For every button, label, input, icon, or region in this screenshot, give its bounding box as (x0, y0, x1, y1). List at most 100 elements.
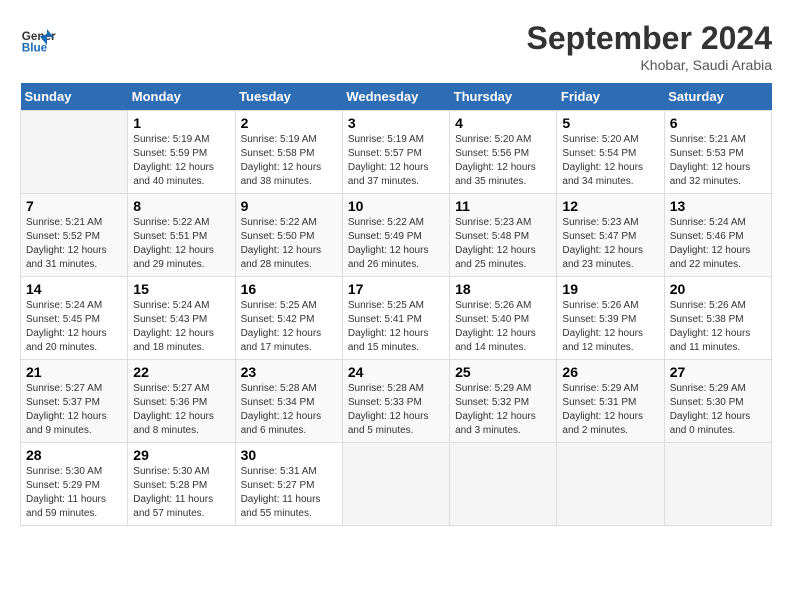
day-number: 10 (348, 198, 444, 214)
day-info: Sunrise: 5:20 AMSunset: 5:56 PMDaylight:… (455, 133, 551, 189)
calendar-week-5: 28 Sunrise: 5:30 AMSunset: 5:29 PMDaylig… (21, 443, 772, 526)
calendar-cell: 24 Sunrise: 5:28 AMSunset: 5:33 PMDaylig… (342, 360, 449, 443)
day-info: Sunrise: 5:27 AMSunset: 5:37 PMDaylight:… (26, 382, 122, 438)
day-info: Sunrise: 5:24 AMSunset: 5:43 PMDaylight:… (133, 299, 229, 355)
page-header: General Blue September 2024 Khobar, Saud… (20, 20, 772, 73)
day-info: Sunrise: 5:19 AMSunset: 5:59 PMDaylight:… (133, 133, 229, 189)
calendar-cell: 25 Sunrise: 5:29 AMSunset: 5:32 PMDaylig… (450, 360, 557, 443)
day-info: Sunrise: 5:24 AMSunset: 5:46 PMDaylight:… (670, 216, 766, 272)
day-number: 8 (133, 198, 229, 214)
calendar-cell: 21 Sunrise: 5:27 AMSunset: 5:37 PMDaylig… (21, 360, 128, 443)
day-number: 17 (348, 281, 444, 297)
day-header-wednesday: Wednesday (342, 83, 449, 111)
day-info: Sunrise: 5:23 AMSunset: 5:48 PMDaylight:… (455, 216, 551, 272)
calendar-week-2: 7 Sunrise: 5:21 AMSunset: 5:52 PMDayligh… (21, 194, 772, 277)
day-number: 27 (670, 364, 766, 380)
day-info: Sunrise: 5:28 AMSunset: 5:34 PMDaylight:… (241, 382, 337, 438)
calendar-cell: 2 Sunrise: 5:19 AMSunset: 5:58 PMDayligh… (235, 111, 342, 194)
calendar-cell: 10 Sunrise: 5:22 AMSunset: 5:49 PMDaylig… (342, 194, 449, 277)
calendar-week-4: 21 Sunrise: 5:27 AMSunset: 5:37 PMDaylig… (21, 360, 772, 443)
day-info: Sunrise: 5:26 AMSunset: 5:38 PMDaylight:… (670, 299, 766, 355)
day-number: 23 (241, 364, 337, 380)
day-number: 4 (455, 115, 551, 131)
day-header-saturday: Saturday (664, 83, 771, 111)
calendar-cell: 15 Sunrise: 5:24 AMSunset: 5:43 PMDaylig… (128, 277, 235, 360)
day-number: 25 (455, 364, 551, 380)
logo: General Blue (20, 20, 56, 56)
calendar-cell: 12 Sunrise: 5:23 AMSunset: 5:47 PMDaylig… (557, 194, 664, 277)
month-title: September 2024 (527, 20, 772, 57)
calendar-cell (664, 443, 771, 526)
title-area: September 2024 Khobar, Saudi Arabia (527, 20, 772, 73)
day-number: 21 (26, 364, 122, 380)
day-header-tuesday: Tuesday (235, 83, 342, 111)
day-info: Sunrise: 5:22 AMSunset: 5:51 PMDaylight:… (133, 216, 229, 272)
calendar-cell (21, 111, 128, 194)
calendar-cell: 19 Sunrise: 5:26 AMSunset: 5:39 PMDaylig… (557, 277, 664, 360)
calendar-cell: 28 Sunrise: 5:30 AMSunset: 5:29 PMDaylig… (21, 443, 128, 526)
day-number: 26 (562, 364, 658, 380)
day-info: Sunrise: 5:31 AMSunset: 5:27 PMDaylight:… (241, 465, 337, 521)
calendar-cell (342, 443, 449, 526)
calendar-cell: 22 Sunrise: 5:27 AMSunset: 5:36 PMDaylig… (128, 360, 235, 443)
day-info: Sunrise: 5:29 AMSunset: 5:30 PMDaylight:… (670, 382, 766, 438)
calendar-week-1: 1 Sunrise: 5:19 AMSunset: 5:59 PMDayligh… (21, 111, 772, 194)
day-info: Sunrise: 5:21 AMSunset: 5:53 PMDaylight:… (670, 133, 766, 189)
calendar-cell: 4 Sunrise: 5:20 AMSunset: 5:56 PMDayligh… (450, 111, 557, 194)
day-number: 24 (348, 364, 444, 380)
calendar-week-3: 14 Sunrise: 5:24 AMSunset: 5:45 PMDaylig… (21, 277, 772, 360)
day-info: Sunrise: 5:26 AMSunset: 5:39 PMDaylight:… (562, 299, 658, 355)
day-number: 28 (26, 447, 122, 463)
location: Khobar, Saudi Arabia (527, 57, 772, 73)
day-info: Sunrise: 5:28 AMSunset: 5:33 PMDaylight:… (348, 382, 444, 438)
calendar-cell (450, 443, 557, 526)
day-number: 2 (241, 115, 337, 131)
calendar-cell: 6 Sunrise: 5:21 AMSunset: 5:53 PMDayligh… (664, 111, 771, 194)
day-header-sunday: Sunday (21, 83, 128, 111)
day-number: 5 (562, 115, 658, 131)
day-info: Sunrise: 5:29 AMSunset: 5:32 PMDaylight:… (455, 382, 551, 438)
day-number: 29 (133, 447, 229, 463)
calendar-cell: 8 Sunrise: 5:22 AMSunset: 5:51 PMDayligh… (128, 194, 235, 277)
day-info: Sunrise: 5:24 AMSunset: 5:45 PMDaylight:… (26, 299, 122, 355)
day-header-thursday: Thursday (450, 83, 557, 111)
day-info: Sunrise: 5:19 AMSunset: 5:58 PMDaylight:… (241, 133, 337, 189)
calendar-cell: 17 Sunrise: 5:25 AMSunset: 5:41 PMDaylig… (342, 277, 449, 360)
calendar-cell: 9 Sunrise: 5:22 AMSunset: 5:50 PMDayligh… (235, 194, 342, 277)
day-info: Sunrise: 5:29 AMSunset: 5:31 PMDaylight:… (562, 382, 658, 438)
day-header-friday: Friday (557, 83, 664, 111)
day-info: Sunrise: 5:25 AMSunset: 5:41 PMDaylight:… (348, 299, 444, 355)
day-number: 12 (562, 198, 658, 214)
day-info: Sunrise: 5:21 AMSunset: 5:52 PMDaylight:… (26, 216, 122, 272)
day-number: 16 (241, 281, 337, 297)
day-info: Sunrise: 5:19 AMSunset: 5:57 PMDaylight:… (348, 133, 444, 189)
day-number: 6 (670, 115, 766, 131)
day-number: 15 (133, 281, 229, 297)
calendar-cell: 3 Sunrise: 5:19 AMSunset: 5:57 PMDayligh… (342, 111, 449, 194)
calendar-cell: 11 Sunrise: 5:23 AMSunset: 5:48 PMDaylig… (450, 194, 557, 277)
calendar-cell: 16 Sunrise: 5:25 AMSunset: 5:42 PMDaylig… (235, 277, 342, 360)
calendar-cell: 26 Sunrise: 5:29 AMSunset: 5:31 PMDaylig… (557, 360, 664, 443)
calendar-table: SundayMondayTuesdayWednesdayThursdayFrid… (20, 83, 772, 526)
svg-text:Blue: Blue (22, 42, 48, 55)
calendar-cell: 20 Sunrise: 5:26 AMSunset: 5:38 PMDaylig… (664, 277, 771, 360)
day-info: Sunrise: 5:30 AMSunset: 5:28 PMDaylight:… (133, 465, 229, 521)
day-info: Sunrise: 5:22 AMSunset: 5:50 PMDaylight:… (241, 216, 337, 272)
day-number: 14 (26, 281, 122, 297)
calendar-cell (557, 443, 664, 526)
day-info: Sunrise: 5:23 AMSunset: 5:47 PMDaylight:… (562, 216, 658, 272)
day-info: Sunrise: 5:27 AMSunset: 5:36 PMDaylight:… (133, 382, 229, 438)
calendar-cell: 7 Sunrise: 5:21 AMSunset: 5:52 PMDayligh… (21, 194, 128, 277)
day-number: 20 (670, 281, 766, 297)
calendar-cell: 29 Sunrise: 5:30 AMSunset: 5:28 PMDaylig… (128, 443, 235, 526)
day-number: 1 (133, 115, 229, 131)
day-number: 9 (241, 198, 337, 214)
calendar-cell: 18 Sunrise: 5:26 AMSunset: 5:40 PMDaylig… (450, 277, 557, 360)
calendar-header-row: SundayMondayTuesdayWednesdayThursdayFrid… (21, 83, 772, 111)
calendar-body: 1 Sunrise: 5:19 AMSunset: 5:59 PMDayligh… (21, 111, 772, 526)
day-header-monday: Monday (128, 83, 235, 111)
day-info: Sunrise: 5:25 AMSunset: 5:42 PMDaylight:… (241, 299, 337, 355)
day-number: 7 (26, 198, 122, 214)
calendar-cell: 1 Sunrise: 5:19 AMSunset: 5:59 PMDayligh… (128, 111, 235, 194)
calendar-cell: 5 Sunrise: 5:20 AMSunset: 5:54 PMDayligh… (557, 111, 664, 194)
